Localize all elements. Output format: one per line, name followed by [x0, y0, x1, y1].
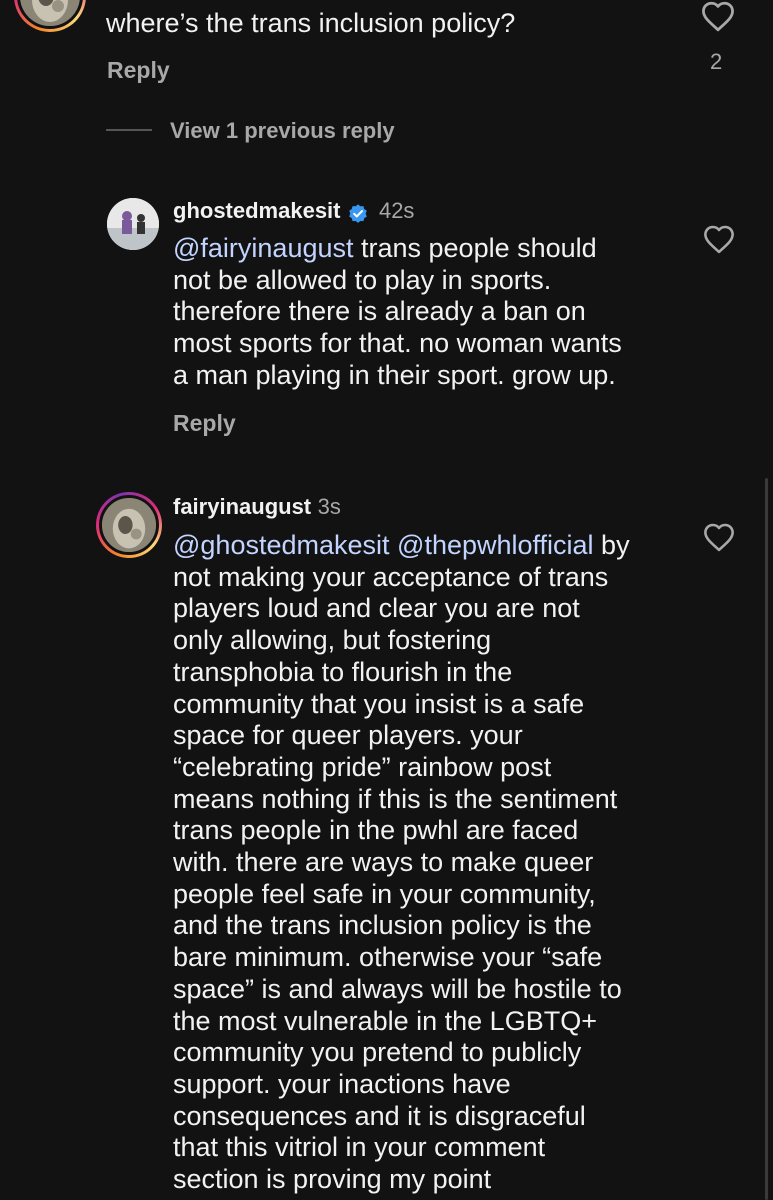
comment3-time: 3s	[317, 494, 341, 519]
comment2-avatar[interactable]	[107, 198, 159, 250]
heart-outline-icon[interactable]	[702, 522, 736, 552]
comment3-line: space” is and always will be hostile to	[173, 973, 622, 1004]
profile-photo-icon	[17, 0, 83, 29]
mention-link[interactable]: @ghostedmakesit	[173, 530, 390, 560]
comment1-text: where’s the trans inclusion policy?	[106, 8, 516, 38]
comment3-line: only allowing, but fostering	[173, 625, 492, 656]
comment3-line: and the trans inclusion policy is the	[173, 910, 592, 941]
comment2-reply-button[interactable]: Reply	[173, 410, 236, 437]
comment3-line: bare minimum. otherwise your “safe	[173, 942, 603, 973]
view-previous-replies-button[interactable]: View 1 previous reply	[170, 118, 395, 144]
comment2-line: most sports for that. no woman wants	[173, 328, 622, 359]
comment2-line: not be allowed to play in sports.	[173, 264, 552, 295]
comment3-line: community that you insist is a safe	[173, 688, 585, 719]
comment2-line: @fairyinaugust trans people should	[173, 233, 622, 265]
comment3-line: not making your acceptance of trans	[173, 561, 609, 592]
comment3-body: @ghostedmakesit @thepwhlofficial by not …	[173, 530, 630, 1196]
comment2-header: ghostedmakesit 42s	[173, 198, 414, 225]
comment2-username[interactable]: ghostedmakesit	[173, 198, 341, 223]
comment3-line: trans people in the pwhl are faced	[173, 815, 579, 846]
profile-photo-icon	[99, 495, 159, 555]
comment3-line: space for queer players. your	[173, 720, 523, 751]
comment3-line: with. there are ways to make queer	[173, 847, 594, 878]
comment1-avatar[interactable]	[14, 0, 86, 32]
comment3-avatar[interactable]	[96, 492, 162, 558]
comment3-line: support. your inactions have	[173, 1068, 511, 1099]
comment2-line: therefore there is already a ban on	[173, 296, 586, 327]
profile-photo-icon	[107, 198, 159, 250]
comment3-line: players loud and clear you are not	[173, 593, 580, 624]
comment3-line: means nothing if this is the sentiment	[173, 783, 618, 814]
comment3-username[interactable]: fairyinaugust	[173, 494, 311, 519]
comment3-line: people feel safe in your community,	[173, 878, 596, 909]
comment1-reply-button[interactable]: Reply	[107, 57, 170, 84]
comment3-line-text: by	[593, 530, 630, 560]
mention-link[interactable]: @fairyinaugust	[173, 233, 354, 263]
comment2-body: @fairyinaugust trans people should not b…	[173, 233, 622, 392]
heart-outline-icon[interactable]	[702, 224, 736, 254]
comment3-line: community you pretend to publicly	[173, 1037, 582, 1068]
verified-badge-icon	[348, 204, 367, 223]
comment3-line: @ghostedmakesit @thepwhlofficial by	[173, 530, 630, 562]
comment2-line: a man playing in their sport. grow up.	[173, 359, 616, 390]
comment1-like-count: 2	[710, 49, 723, 74]
comment3-line: “celebrating pride” rainbow post	[173, 751, 552, 782]
comment3-line: section is proving my point	[173, 1164, 492, 1195]
comment3-line: consequences and it is disgraceful	[173, 1100, 586, 1131]
scrollbar[interactable]	[765, 478, 768, 1200]
comment3-line: the most vulnerable in the LGBTQ+	[173, 1005, 597, 1036]
heart-outline-icon[interactable]	[700, 0, 736, 32]
comment2-time: 42s	[378, 198, 415, 223]
comment3-line: transphobia to flourish in the	[173, 656, 513, 687]
comment3-header: fairyinaugust 3s	[173, 494, 341, 520]
thread-divider	[106, 129, 152, 131]
comment3-line: that this vitriol in your comment	[173, 1132, 546, 1163]
mention-link[interactable]: @thepwhlofficial	[397, 530, 594, 560]
comment2-line-text: trans people should	[353, 233, 597, 263]
